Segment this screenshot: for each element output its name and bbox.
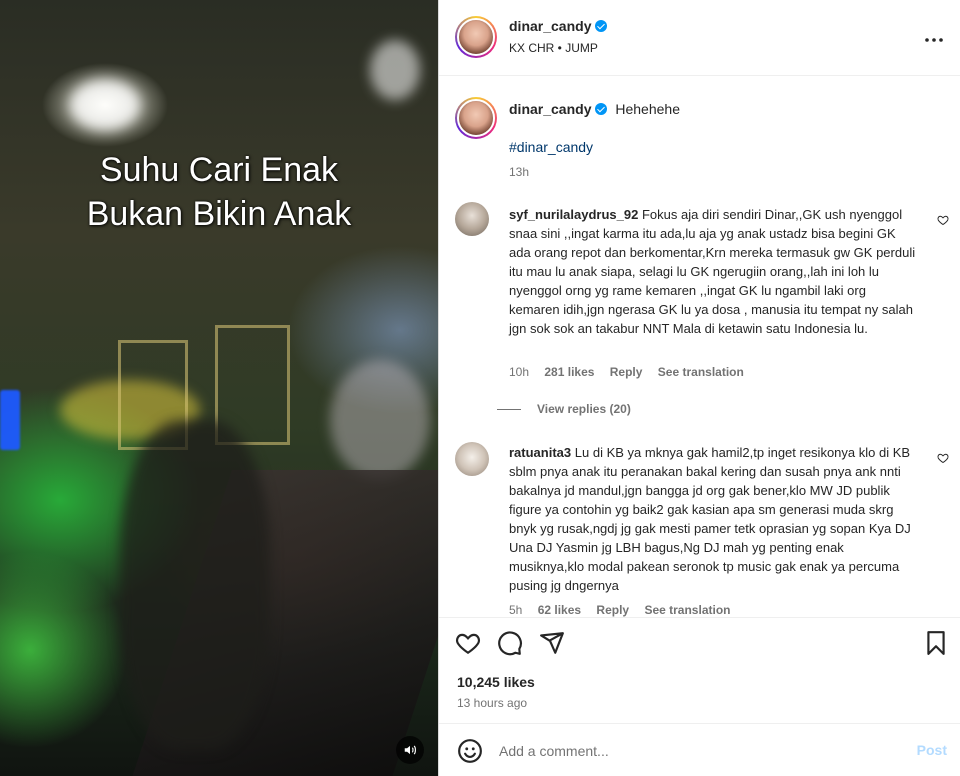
- post-comment-button[interactable]: Post: [917, 742, 947, 758]
- light-blob: [330, 360, 430, 480]
- likes-count[interactable]: 10,245 likes: [457, 674, 535, 690]
- comment: ratuanita3 Lu di KB ya mknya gak hamil2,…: [509, 443, 919, 595]
- light-blob: [0, 390, 20, 450]
- light-blob: [370, 40, 420, 100]
- comment-icon[interactable]: [497, 630, 523, 656]
- commenter-avatar[interactable]: [455, 202, 489, 236]
- emoji-icon[interactable]: [457, 738, 483, 764]
- reply-button[interactable]: Reply: [596, 603, 629, 617]
- post-header: dinar_candy KX CHR • JUMP: [439, 0, 960, 76]
- media-overlay-text: Suhu Cari Enak Bukan Bikin Anak: [0, 148, 438, 236]
- commenter-avatar[interactable]: [455, 442, 489, 476]
- author-avatar[interactable]: [455, 16, 497, 58]
- caption-hashtag[interactable]: #dinar_candy: [509, 139, 593, 155]
- comment-composer: Post: [439, 723, 960, 776]
- light-blob: [70, 80, 140, 130]
- share-icon[interactable]: [539, 630, 565, 656]
- comment-input[interactable]: [499, 740, 879, 762]
- comment-text: Fokus aja diri sendiri Dinar,,GK ush nye…: [509, 207, 916, 336]
- see-translation-link[interactable]: See translation: [658, 365, 744, 379]
- comment-likes[interactable]: 281 likes: [544, 365, 594, 379]
- reply-button[interactable]: Reply: [610, 365, 643, 379]
- comment-text: Lu di KB ya mknya gak hamil2,tp inget re…: [509, 445, 911, 593]
- see-translation-link[interactable]: See translation: [644, 603, 730, 617]
- caption-username[interactable]: dinar_candy: [509, 101, 591, 117]
- mute-icon: [404, 745, 416, 755]
- post-actions: 10,245 likes 13 hours ago: [439, 617, 960, 723]
- bookmark-icon[interactable]: [923, 630, 949, 656]
- heart-icon[interactable]: [455, 630, 481, 656]
- more-icon[interactable]: [925, 26, 943, 46]
- like-comment-heart-icon[interactable]: [937, 452, 949, 464]
- author-username[interactable]: dinar_candy: [509, 18, 608, 34]
- overlay-line-1: Suhu Cari Enak: [99, 151, 339, 189]
- comment-meta: 5h 62 likes Reply See translation: [509, 603, 742, 617]
- view-replies-button[interactable]: View replies (20): [497, 402, 631, 416]
- reel-video[interactable]: Suhu Cari Enak Bukan Bikin Anak: [0, 0, 438, 776]
- caption-time: 13h: [509, 165, 530, 179]
- verified-icon: [595, 20, 608, 32]
- comment-username[interactable]: ratuanita3: [509, 445, 571, 460]
- verified-icon: [595, 103, 608, 115]
- caption-avatar[interactable]: [455, 97, 497, 139]
- caption: dinar_candy Hehehehe: [509, 101, 680, 117]
- comment-time: 5h: [509, 603, 523, 617]
- mute-button[interactable]: [396, 736, 424, 764]
- like-comment-heart-icon[interactable]: [937, 214, 949, 226]
- post-time: 13 hours ago: [457, 696, 528, 710]
- dj-figure: [120, 420, 270, 750]
- comment: syf_nurilalaydrus_92 Fokus aja diri send…: [509, 205, 919, 338]
- caption-text: Hehehehe: [615, 101, 680, 117]
- comment-likes[interactable]: 62 likes: [538, 603, 581, 617]
- post-dialog: Suhu Cari Enak Bukan Bikin Anak dinar_ca…: [0, 0, 960, 776]
- comment-username[interactable]: syf_nurilalaydrus_92: [509, 207, 638, 222]
- comments-list[interactable]: dinar_candy Hehehehe #dinar_candy 13h sy…: [439, 77, 960, 617]
- comment-time: 10h: [509, 365, 530, 379]
- overlay-line-2: Bukan Bikin Anak: [86, 195, 352, 233]
- comment-meta: 10h 281 likes Reply See translation: [509, 365, 756, 379]
- post-details-panel: dinar_candy KX CHR • JUMP dinar_candy He…: [438, 0, 960, 776]
- audio-track[interactable]: KX CHR • JUMP: [509, 41, 598, 55]
